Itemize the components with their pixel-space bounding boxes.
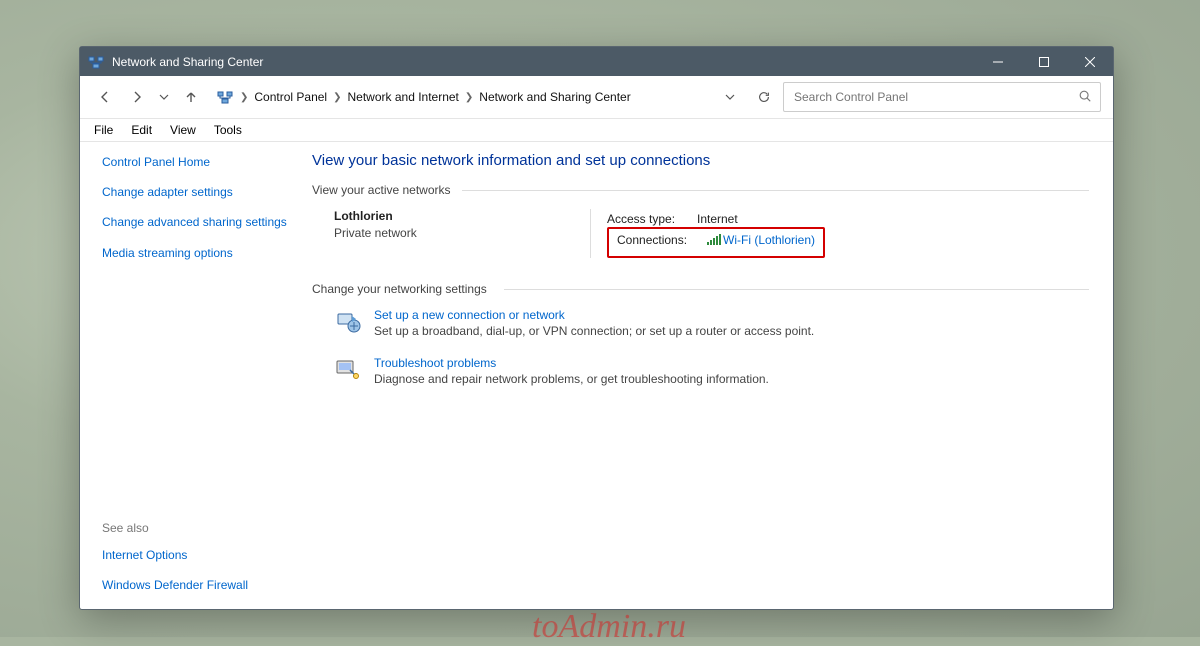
maximize-button[interactable] [1021,47,1067,76]
address-bar-row: ❯ Control Panel ❯ Network and Internet ❯… [80,76,1113,119]
window-title: Network and Sharing Center [112,55,263,69]
breadcrumb-item[interactable]: Control Panel [254,90,327,104]
menu-bar: File Edit View Tools [80,119,1113,142]
menu-edit[interactable]: Edit [123,121,160,139]
watermark-text: toAdmin.ru [532,608,686,646]
sidebar-link-defender-firewall[interactable]: Windows Defender Firewall [102,577,292,593]
menu-file[interactable]: File [86,121,121,139]
search-box[interactable] [783,82,1101,112]
forward-button[interactable] [124,84,150,110]
network-sharing-center-icon [216,89,234,105]
task-link[interactable]: Set up a new connection or network [374,308,814,322]
setup-connection-icon [334,308,362,336]
window-controls [975,47,1113,76]
network-sharing-center-icon [88,54,104,70]
access-type-label: Access type: [607,209,685,229]
sidebar: Control Panel Home Change adapter settin… [80,142,300,611]
task-troubleshoot: Troubleshoot problems Diagnose and repai… [334,356,1089,386]
search-icon[interactable] [1078,89,1092,106]
search-input[interactable] [792,89,1078,105]
sidebar-link-internet-options[interactable]: Internet Options [102,547,292,563]
breadcrumb-item[interactable]: Network and Internet [348,90,459,104]
close-button[interactable] [1067,47,1113,76]
wifi-signal-icon [707,232,721,252]
menu-view[interactable]: View [162,121,204,139]
chevron-right-icon: ❯ [465,92,473,103]
sidebar-link-home[interactable]: Control Panel Home [102,154,292,170]
up-button[interactable] [178,84,204,110]
sidebar-link-media-streaming[interactable]: Media streaming options [102,245,292,261]
back-button[interactable] [92,84,118,110]
breadcrumb-bar[interactable]: ❯ Control Panel ❯ Network and Internet ❯… [210,83,707,111]
sidebar-link-advanced-sharing[interactable]: Change advanced sharing settings [102,214,292,230]
active-network-block: Lothlorien Private network Access type: … [334,209,1089,258]
title-bar: Network and Sharing Center [80,47,1113,76]
see-also-label: See also [102,521,292,535]
connection-link[interactable]: Wi-Fi (Lothlorien) [707,230,815,252]
address-dropdown-button[interactable] [717,84,743,110]
task-desc: Set up a broadband, dial-up, or VPN conn… [374,324,814,338]
connection-name: Wi-Fi (Lothlorien) [723,233,815,247]
content-pane: View your basic network information and … [300,142,1113,611]
active-networks-label: View your active networks [312,183,1089,197]
page-heading: View your basic network information and … [312,152,1089,169]
menu-tools[interactable]: Tools [206,121,250,139]
minimize-button[interactable] [975,47,1021,76]
network-name: Lothlorien [334,209,590,223]
connections-highlight: Connections: Wi-Fi (Lothlorien) [607,227,825,257]
chevron-right-icon: ❯ [333,92,341,103]
change-settings-label: Change your networking settings [312,282,1089,296]
sidebar-link-adapter-settings[interactable]: Change adapter settings [102,184,292,200]
control-panel-window: Network and Sharing Center [79,46,1114,610]
access-type-row: Access type: Internet [607,209,825,229]
connections-label: Connections: [617,230,695,252]
refresh-button[interactable] [751,84,777,110]
chevron-right-icon: ❯ [240,92,248,103]
task-setup-connection: Set up a new connection or network Set u… [334,308,1089,338]
network-type: Private network [334,226,590,240]
breadcrumb-item[interactable]: Network and Sharing Center [479,90,630,104]
task-link[interactable]: Troubleshoot problems [374,356,769,370]
task-desc: Diagnose and repair network problems, or… [374,372,769,386]
access-type-value: Internet [697,209,738,229]
troubleshoot-icon [334,356,362,384]
recent-locations-button[interactable] [156,84,172,110]
